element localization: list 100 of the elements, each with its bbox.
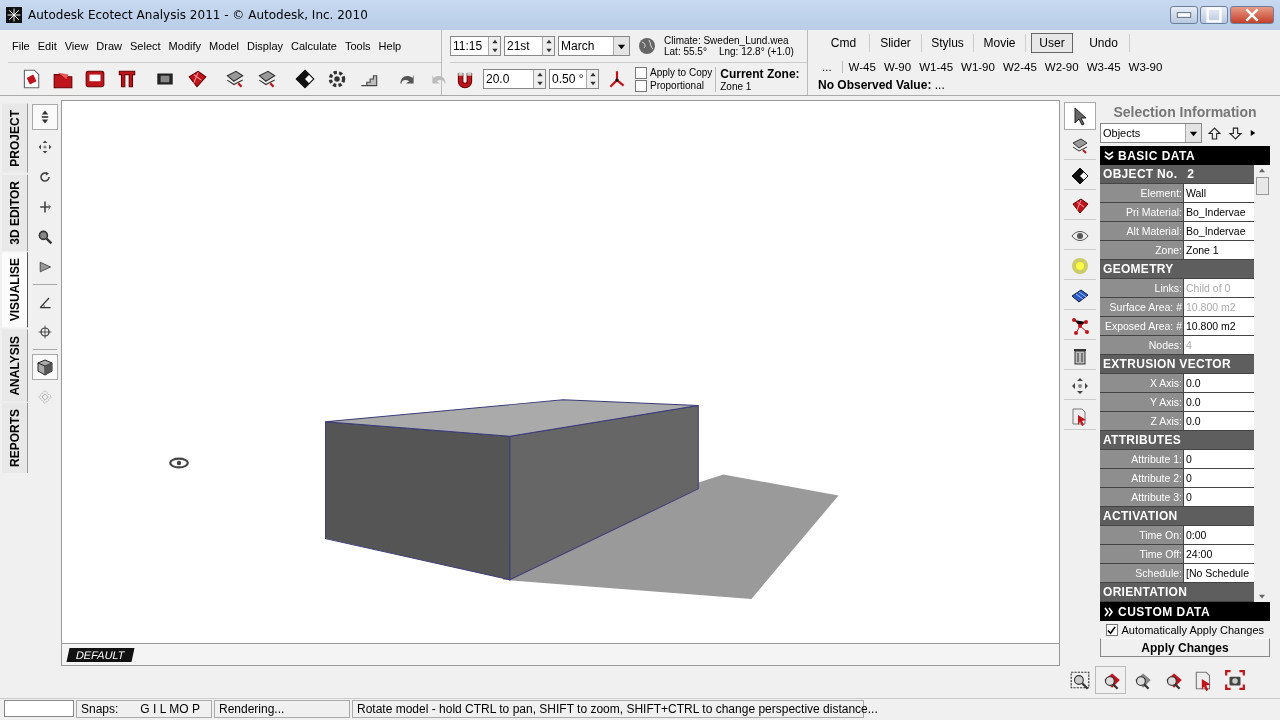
property-label: Attribute 2: xyxy=(1100,469,1184,487)
minimize-button[interactable] xyxy=(1170,6,1198,24)
month-dropdown[interactable]: March xyxy=(558,36,630,56)
checkbox[interactable] xyxy=(1106,624,1118,636)
menu-item[interactable]: Calculate xyxy=(287,40,341,52)
zoom-icon xyxy=(1068,669,1091,691)
group-title: ORIENTATION xyxy=(1103,585,1188,599)
menu-item[interactable]: Modify xyxy=(164,40,205,52)
command-tab[interactable]: Movie xyxy=(974,34,1026,52)
panel-title: Selection Information xyxy=(1112,103,1258,122)
property-value[interactable]: Bo_Indervae xyxy=(1184,222,1254,240)
property-value[interactable]: 0.0 xyxy=(1184,393,1254,411)
command-tab[interactable]: Cmd xyxy=(818,34,870,52)
property-label: Zone: xyxy=(1100,241,1184,259)
menu-item[interactable]: Edit xyxy=(33,40,61,52)
search-icon xyxy=(37,229,53,245)
close-button[interactable] xyxy=(1230,6,1274,24)
view-button[interactable]: W2-45 xyxy=(998,61,1041,73)
side-tab[interactable]: 3D EDITOR xyxy=(2,174,28,251)
property-value[interactable]: 0:00 xyxy=(1184,526,1254,544)
viewport[interactable] xyxy=(61,100,1060,644)
command-tab[interactable]: Stylus xyxy=(922,34,974,52)
menu-item[interactable]: Help xyxy=(374,40,406,52)
tool-button[interactable] xyxy=(32,104,58,130)
property-value[interactable]: Zone 1 xyxy=(1184,241,1254,259)
restore-button[interactable] xyxy=(1200,6,1228,24)
command-tab[interactable]: User xyxy=(1031,33,1073,53)
frame-icon xyxy=(116,68,138,90)
checker-icon xyxy=(1070,165,1090,186)
property-value[interactable]: 10.800 m2 xyxy=(1184,317,1254,335)
move-icon xyxy=(1070,375,1090,396)
layer-tab[interactable]: DEFAULT xyxy=(66,647,135,662)
tool-button[interactable] xyxy=(1064,102,1096,130)
property-value[interactable]: Bo_Indervae xyxy=(1184,203,1254,221)
menu-item[interactable]: Tools xyxy=(340,40,375,52)
day-spinner[interactable]: 21st xyxy=(504,36,555,56)
checkbox[interactable] xyxy=(635,66,647,79)
menu-item[interactable]: Model xyxy=(205,40,243,52)
section-header[interactable]: CUSTOM DATA xyxy=(1100,602,1270,621)
property-label: Time Off: xyxy=(1100,545,1184,563)
up-arrow-button[interactable] xyxy=(1206,126,1223,140)
property-value[interactable]: 0 xyxy=(1184,469,1254,487)
time-spinner[interactable]: 11:15 xyxy=(450,36,501,56)
side-tab[interactable]: REPORTS xyxy=(2,403,28,474)
tool-button[interactable] xyxy=(32,354,58,380)
tool-button[interactable] xyxy=(1095,666,1126,694)
property-value[interactable]: 24:00 xyxy=(1184,545,1254,563)
view-button[interactable]: W1-90 xyxy=(957,61,999,73)
apply-button[interactable]: Apply Changes xyxy=(1100,638,1270,657)
distance-spinner[interactable]: 20.0 xyxy=(483,69,546,89)
status-text: Rendering... xyxy=(219,701,285,716)
check-icon xyxy=(1107,625,1117,635)
property-value[interactable]: 0.0 xyxy=(1184,374,1254,392)
hint-text: Rotate model - hold CTRL to pan, SHIFT to zoom, SHIFT+CTRL to change perspective distance... xyxy=(357,701,878,716)
status-field[interactable] xyxy=(4,700,74,717)
menu-item[interactable]: Display xyxy=(243,40,288,52)
property-label: Exposed Area: # xyxy=(1100,317,1184,335)
view-button[interactable]: W3-90 xyxy=(1124,61,1167,73)
window-title: Autodesk Ecotect Analysis 2011 - © Autodesk, Inc. 2010 xyxy=(28,8,368,22)
menu-item[interactable]: File xyxy=(8,40,34,52)
play-icon xyxy=(1250,128,1256,138)
play-button[interactable] xyxy=(1248,128,1258,138)
view-button[interactable]: W1-45 xyxy=(915,61,958,73)
side-tab[interactable]: ANALYSIS xyxy=(2,329,28,402)
scroll-thumb[interactable] xyxy=(1255,177,1269,195)
grid-icon xyxy=(186,68,208,90)
property-value[interactable]: [No Schedule xyxy=(1184,564,1254,582)
property-label: Pri Material: xyxy=(1100,203,1184,221)
view-button[interactable]: W-90 xyxy=(879,61,916,73)
filter-dropdown[interactable]: Objects xyxy=(1100,123,1202,143)
side-tab[interactable]: VISUALISE xyxy=(2,252,28,328)
property-value[interactable]: Wall xyxy=(1184,184,1254,202)
view-button[interactable]: W2-90 xyxy=(1040,61,1083,73)
menu-item[interactable]: Draw xyxy=(92,40,127,52)
menu-item[interactable]: View xyxy=(60,40,93,52)
scroll-down-icon xyxy=(1258,594,1266,600)
angle-spinner[interactable]: 0.50 ° xyxy=(549,69,599,89)
property-label: X Axis: xyxy=(1100,374,1184,392)
checkbox-label: Apply to Copy xyxy=(650,67,713,78)
side-tab[interactable]: PROJECT xyxy=(2,104,28,173)
crosshair-icon xyxy=(37,324,53,340)
group-title: GEOMETRY xyxy=(1103,262,1174,276)
property-value[interactable]: 0.0 xyxy=(1184,412,1254,430)
scrollbar[interactable] xyxy=(1254,165,1270,602)
section-header[interactable]: BASIC DATA xyxy=(1100,146,1270,165)
view-button[interactable]: ... xyxy=(818,61,843,73)
menu-item[interactable]: Select xyxy=(126,40,165,52)
property-value[interactable]: 0 xyxy=(1184,488,1254,506)
rotate-icon xyxy=(37,169,53,185)
checkbox-label: Proportional xyxy=(650,80,704,91)
command-tab[interactable]: Slider xyxy=(870,34,922,52)
view-button[interactable]: W-45 xyxy=(844,61,880,73)
property-value[interactable]: 0 xyxy=(1184,450,1254,468)
checkbox[interactable] xyxy=(635,79,647,92)
sun-icon xyxy=(1070,255,1090,276)
down-arrow-button[interactable] xyxy=(1227,126,1244,140)
command-tab[interactable]: Undo xyxy=(1078,34,1130,52)
view-button[interactable]: W3-45 xyxy=(1082,61,1125,73)
snaps-label: Snaps: xyxy=(81,701,119,716)
close-icon xyxy=(1244,7,1260,23)
